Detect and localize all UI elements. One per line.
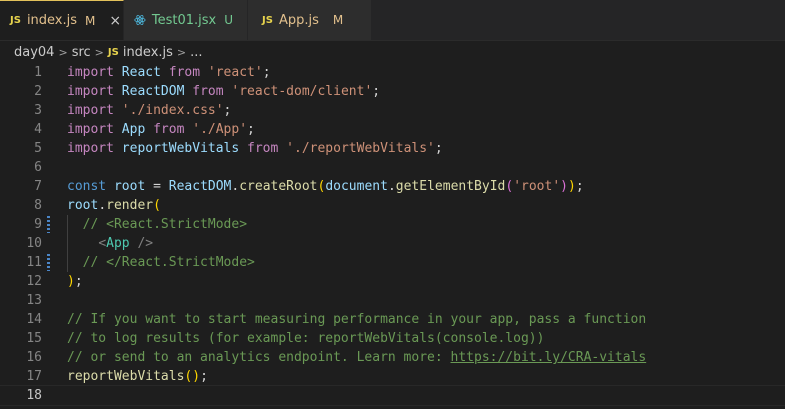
line-number: 13 xyxy=(26,293,42,308)
tab-app-js[interactable]: JS App.js M xyxy=(248,0,372,40)
code-text: // </React.StrictMode> xyxy=(82,255,255,270)
code-text: // <React.StrictMode> xyxy=(82,217,248,232)
code-line[interactable]: 13 xyxy=(0,291,785,310)
breadcrumb: day04 > src > JS index.js > ... xyxy=(0,41,785,63)
line-number: 7 xyxy=(34,179,42,194)
line-number: 6 xyxy=(34,160,42,175)
code-line[interactable]: 6 xyxy=(0,158,785,177)
line-number: 2 xyxy=(34,84,42,99)
chevron-right-icon: > xyxy=(58,45,68,59)
code-text: // or send to an analytics endpoint. Lea… xyxy=(67,350,647,365)
code-text: import ReactDOM from 'react-dom/client'; xyxy=(67,84,381,99)
tab-label: index.js xyxy=(26,13,78,28)
code-line[interactable]: 5 import reportWebVitals from './reportW… xyxy=(0,139,785,158)
code-text: // to log results (for example: reportWe… xyxy=(67,331,545,346)
line-number: 11 xyxy=(26,255,42,270)
code-text: root.render( xyxy=(67,198,161,213)
code-line[interactable]: 1 import React from 'react'; xyxy=(0,63,785,82)
code-text: <App /> xyxy=(98,236,154,251)
code-line[interactable]: 14 // If you want to start measuring per… xyxy=(0,310,785,329)
line-number: 16 xyxy=(26,350,42,365)
code-text: reportWebVitals(); xyxy=(67,369,208,384)
line-number: 14 xyxy=(26,312,42,327)
code-text: import React from 'react'; xyxy=(67,65,271,80)
code-text: const root = ReactDOM.createRoot(documen… xyxy=(67,179,584,194)
close-icon[interactable]: × xyxy=(109,13,121,29)
line-number: 15 xyxy=(26,331,42,346)
code-editor[interactable]: 1 import React from 'react'; 2 import Re… xyxy=(0,63,785,406)
modified-badge: M xyxy=(332,13,344,27)
code-line[interactable]: 3 import './index.css'; xyxy=(0,101,785,120)
code-line[interactable]: 2 import ReactDOM from 'react-dom/client… xyxy=(0,82,785,101)
line-number: 4 xyxy=(34,122,42,137)
code-line[interactable]: 9 // <React.StrictMode> xyxy=(0,215,785,234)
breadcrumb-symbols[interactable]: ... xyxy=(190,45,202,60)
tab-test01-jsx[interactable]: Test01.jsx U xyxy=(124,0,248,40)
tab-bar-empty-space xyxy=(372,0,785,40)
line-number: 3 xyxy=(34,103,42,118)
indent-guide xyxy=(67,215,68,234)
vitals-link[interactable]: https://bit.ly/CRA-vitals xyxy=(451,350,647,365)
js-file-icon: JS xyxy=(10,15,21,26)
react-file-icon xyxy=(134,15,146,25)
code-line[interactable]: 4 import App from './App'; xyxy=(0,120,785,139)
line-number: 1 xyxy=(34,65,42,80)
js-file-icon: JS xyxy=(107,46,119,58)
modified-badge: M xyxy=(85,13,96,28)
js-file-icon: JS xyxy=(262,14,273,26)
line-number: 10 xyxy=(26,236,42,251)
chevron-right-icon: > xyxy=(94,45,104,59)
breadcrumb-folder-day04[interactable]: day04 xyxy=(14,45,54,60)
code-line[interactable]: 11 // </React.StrictMode> xyxy=(0,253,785,272)
git-modified-indicator[interactable] xyxy=(47,254,50,271)
chevron-right-icon: > xyxy=(176,45,187,59)
tab-index-js[interactable]: JS index.js M × xyxy=(0,0,124,40)
line-number: 8 xyxy=(34,198,42,213)
code-line-current[interactable]: 18 xyxy=(0,385,785,406)
tab-label: App.js xyxy=(278,12,319,28)
code-text: import reportWebVitals from './reportWeb… xyxy=(67,141,443,156)
code-line[interactable]: 12 ); xyxy=(0,272,785,291)
code-text: import App from './App'; xyxy=(67,122,255,137)
git-modified-indicator[interactable] xyxy=(47,216,50,233)
code-text: import './index.css'; xyxy=(67,103,232,118)
code-line[interactable]: 17 reportWebVitals(); xyxy=(0,367,785,386)
breadcrumb-file[interactable]: index.js xyxy=(123,45,173,60)
tab-label: Test01.jsx xyxy=(151,12,217,28)
editor-tab-bar: JS index.js M × Test01.jsx U JS App.js M xyxy=(0,0,785,41)
code-line[interactable]: 16 // or send to an analytics endpoint. … xyxy=(0,348,785,367)
line-number: 18 xyxy=(26,388,42,403)
untracked-badge: U xyxy=(224,13,233,27)
code-text: ); xyxy=(67,274,83,289)
code-line[interactable]: 8 root.render( xyxy=(0,196,785,215)
code-line[interactable]: 10 <App /> xyxy=(0,234,785,253)
indent-guide xyxy=(67,234,68,253)
code-text: // If you want to start measuring perfor… xyxy=(67,312,647,327)
breadcrumb-folder-src[interactable]: src xyxy=(72,45,91,60)
line-number: 5 xyxy=(34,141,42,156)
line-number: 9 xyxy=(34,217,42,232)
code-line[interactable]: 15 // to log results (for example: repor… xyxy=(0,329,785,348)
line-number: 12 xyxy=(26,274,42,289)
indent-guide xyxy=(67,253,68,272)
code-line[interactable]: 7 const root = ReactDOM.createRoot(docum… xyxy=(0,177,785,196)
line-number: 17 xyxy=(26,369,42,384)
